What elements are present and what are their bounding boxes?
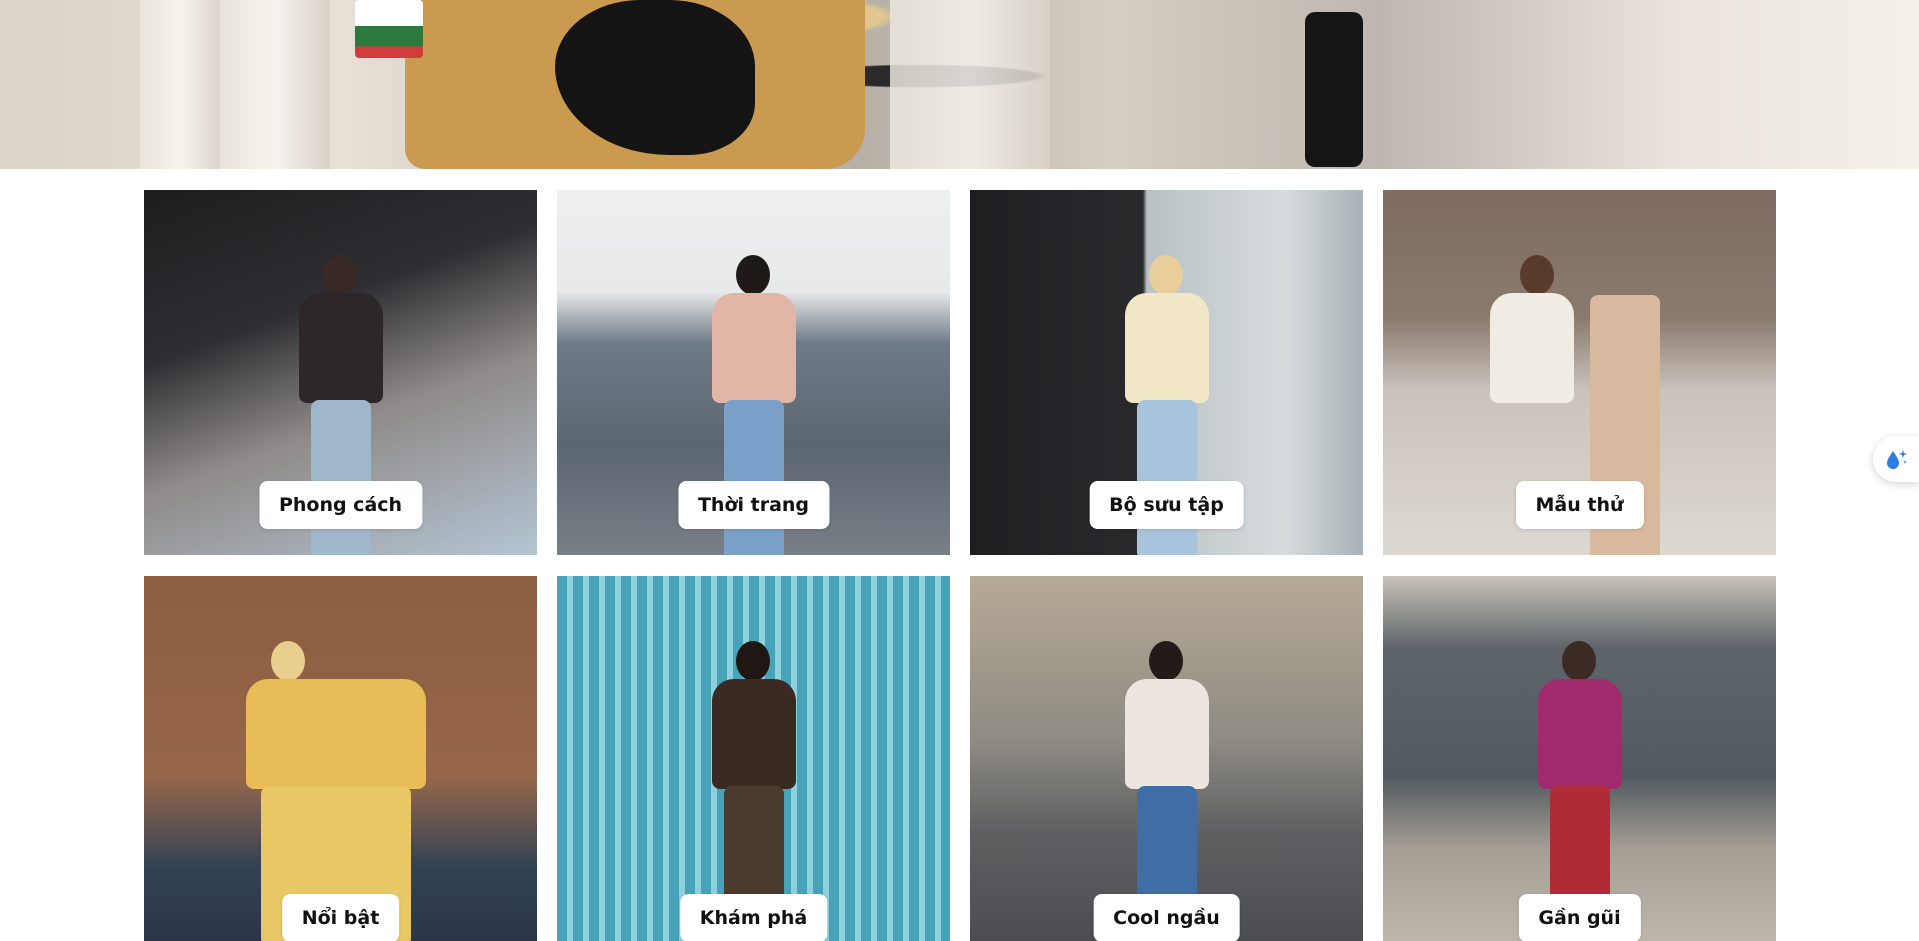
banner-pillar-left: [140, 0, 225, 169]
category-label: Cool ngầu: [1093, 894, 1240, 941]
category-label: Nổi bật: [281, 894, 400, 941]
floating-widget-button[interactable]: [1873, 436, 1919, 482]
category-card-mau-thu[interactable]: Mẫu thử: [1383, 190, 1776, 555]
category-card-phong-cach[interactable]: Phong cách: [144, 190, 537, 555]
category-card-bo-suu-tap[interactable]: Bộ sưu tập: [970, 190, 1363, 555]
category-card-kham-pha[interactable]: Khám phá: [557, 576, 950, 941]
banner-pillar-front: [220, 0, 330, 169]
category-card-cool-ngau[interactable]: Cool ngầu: [970, 576, 1363, 941]
hero-banner: [0, 0, 1919, 169]
category-grid: Phong cách Thời trang Bộ sưu tập Mẫu thử: [144, 190, 1776, 941]
banner-boots: [1305, 12, 1363, 167]
banner-pillar-right: [890, 0, 1050, 169]
category-card-noi-bat[interactable]: Nổi bật: [144, 576, 537, 941]
category-label: Thời trang: [677, 481, 830, 529]
category-label: Bộ sưu tập: [1089, 481, 1244, 529]
category-label: Gần gũi: [1518, 894, 1641, 941]
category-card-thoi-trang[interactable]: Thời trang: [557, 190, 950, 555]
droplet-sparkle-icon: [1887, 450, 1907, 469]
banner-coffee-cup: [355, 0, 423, 58]
category-label: Khám phá: [679, 894, 828, 941]
category-label: Phong cách: [258, 481, 423, 529]
category-card-gan-gui[interactable]: Gần gũi: [1383, 576, 1776, 941]
category-label: Mẫu thử: [1515, 481, 1644, 529]
